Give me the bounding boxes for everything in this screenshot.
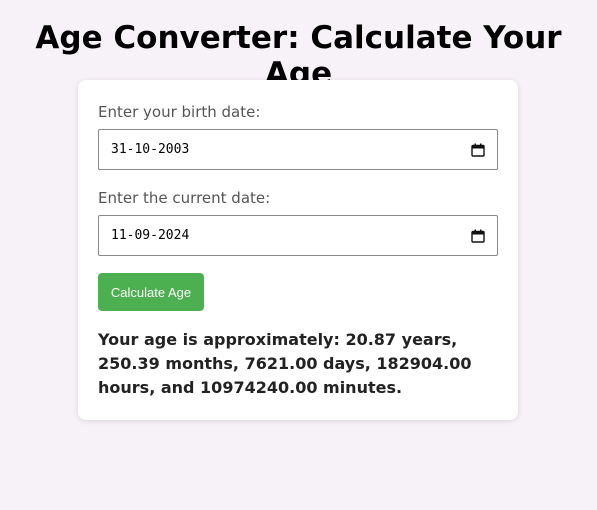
current-date-label: Enter the current date: (98, 189, 271, 207)
age-result-text: Your age is approximately: 20.87 years, … (98, 330, 472, 397)
birth-date-input[interactable]: 31-10-2003 (98, 129, 498, 170)
calendar-icon[interactable] (471, 229, 485, 243)
calculate-age-button[interactable]: Calculate Age (98, 273, 204, 311)
current-date-input[interactable]: 11-09-2024 (98, 215, 498, 256)
birth-date-label: Enter your birth date: (98, 103, 261, 121)
age-converter-card: Enter your birth date: 31-10-2003 Enter … (78, 80, 518, 420)
calendar-icon[interactable] (471, 143, 485, 157)
birth-date-value: 31-10-2003 (111, 142, 190, 157)
current-date-value: 11-09-2024 (111, 228, 190, 243)
